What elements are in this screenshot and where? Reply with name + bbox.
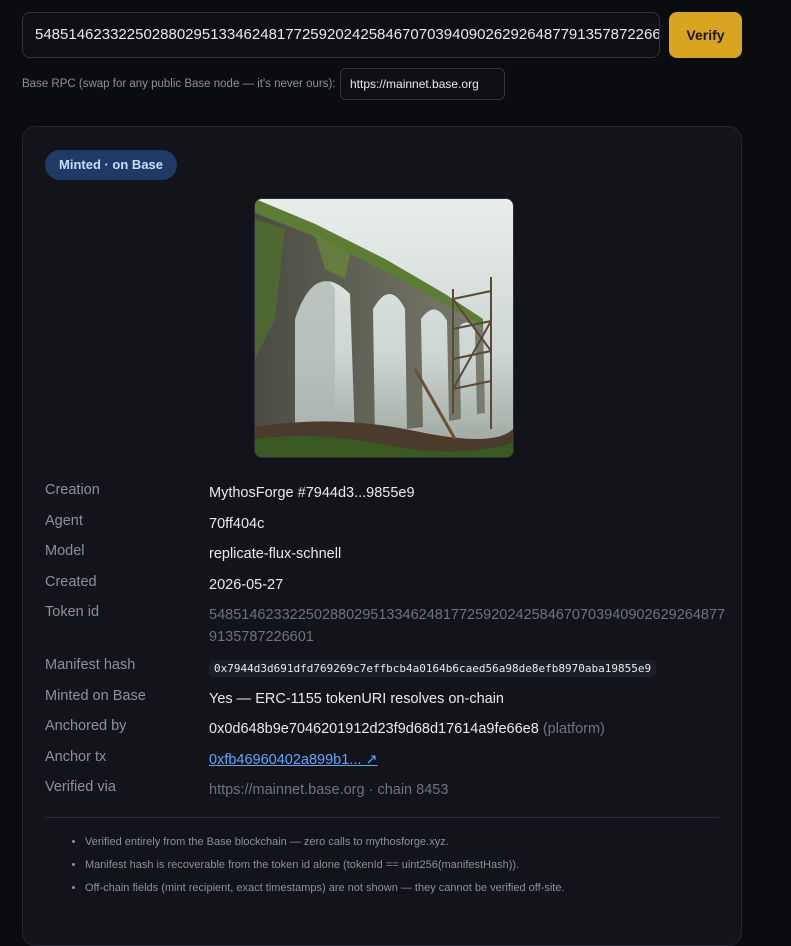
list-item: Manifest hash is recoverable from the to… xyxy=(85,858,721,872)
row-key: Token id xyxy=(45,604,100,620)
row-key: Model xyxy=(45,543,85,559)
row-key: Creation xyxy=(45,482,100,498)
row-key: Manifest hash xyxy=(45,657,136,673)
row-value: replicate-flux-schnell xyxy=(209,546,342,562)
verify-button[interactable]: Verify xyxy=(669,12,742,58)
token-id-value: 5485146233225028802951334624817725920242… xyxy=(209,607,726,645)
anchor-tx-link[interactable]: 0xfb46960402a899b1... ↗ xyxy=(209,752,378,768)
divider xyxy=(45,817,719,818)
list-item: Off-chain fields (mint recipient, exact … xyxy=(85,881,721,895)
row-value: MythosForge #7944d3...9855e9 xyxy=(209,485,415,501)
row-key: Anchor tx xyxy=(45,749,107,765)
rpc-label: Base RPC (swap for any public Base node … xyxy=(22,78,336,90)
row-key: Anchored by xyxy=(45,718,127,734)
row-key: Created xyxy=(45,574,97,590)
row-key: Agent xyxy=(45,513,83,529)
rpc-input[interactable]: https://mainnet.base.org xyxy=(340,68,505,100)
status-badge: Minted · on Base xyxy=(45,150,178,180)
row-value: 70ff404c xyxy=(209,516,265,532)
manifest-hash-code: 0x7944d3d691dfd769269c7effbcb4a0164b6cae… xyxy=(209,660,657,677)
notes-list: Verified entirely from the Base blockcha… xyxy=(45,835,721,904)
anchor-address: 0x0d648b9e7046201912d23f9d68d17614a9fe66… xyxy=(209,721,539,737)
aqueduct-ruins-image xyxy=(254,198,514,458)
row-value: https://mainnet.base.org · chain 8453 xyxy=(209,782,449,798)
list-item: Verified entirely from the Base blockcha… xyxy=(85,835,721,849)
row-key: Minted on Base xyxy=(45,688,146,704)
verification-card: Minted · on Base Creation MythosForge #7… xyxy=(22,126,742,946)
row-value: 2026-05-27 xyxy=(209,577,284,593)
row-key: Verified via xyxy=(45,779,116,795)
anchor-suffix: (platform) xyxy=(542,721,605,737)
token-id-input[interactable]: 5485146233225028802951334624817725920242… xyxy=(22,12,660,58)
row-value: Yes — ERC-1155 tokenURI resolves on-chai… xyxy=(209,691,504,707)
